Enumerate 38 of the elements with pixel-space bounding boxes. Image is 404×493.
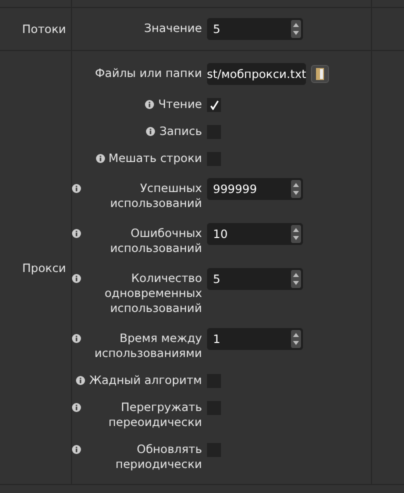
info-icon xyxy=(146,127,156,136)
field-label: Ошибочных использований xyxy=(109,226,202,256)
field-label: Значение xyxy=(144,21,202,36)
field-label: Жадный алгоритм xyxy=(89,373,202,388)
info-icon xyxy=(72,184,81,193)
door-icon xyxy=(316,68,324,80)
browse-button[interactable] xyxy=(311,65,329,83)
field-label: Успешных использований xyxy=(109,181,202,211)
number-spinbox[interactable]: 5 xyxy=(207,268,303,290)
info-icon xyxy=(76,376,86,385)
number-spinbox[interactable]: 5 xyxy=(207,18,303,40)
field-label: Запись xyxy=(159,124,202,139)
field-label: Обновлять периодически xyxy=(114,442,202,472)
info-icon xyxy=(72,445,81,454)
field-label: Файлы или папки xyxy=(95,66,202,81)
field-label: Количество одновременных использований xyxy=(104,271,202,316)
section-title: Потоки xyxy=(22,22,66,36)
info-icon xyxy=(72,274,81,283)
info-icon xyxy=(72,229,81,238)
info-icon xyxy=(72,334,81,343)
number-spinbox[interactable]: 1 xyxy=(207,328,303,350)
section-title: Прокси xyxy=(22,260,66,274)
field-label: Мешать строки xyxy=(108,151,202,166)
spin-arrows-icon[interactable] xyxy=(291,330,301,348)
info-icon xyxy=(96,154,105,163)
info-icon xyxy=(72,403,81,412)
field-label: Время между использованиями xyxy=(93,331,202,361)
field-label: Перегружать переоидически xyxy=(107,400,202,430)
info-icon xyxy=(145,100,154,109)
file-path-field[interactable]: st/мобпрокси.txt xyxy=(207,63,306,85)
spin-arrows-icon[interactable] xyxy=(291,20,301,38)
spin-arrows-icon[interactable] xyxy=(291,270,301,288)
number-spinbox[interactable]: 999999 xyxy=(207,178,303,200)
number-spinbox[interactable]: 10 xyxy=(207,223,303,245)
field-label: Чтение xyxy=(158,97,202,112)
spin-arrows-icon[interactable] xyxy=(291,225,301,243)
spin-arrows-icon[interactable] xyxy=(291,180,301,198)
checkbox[interactable] xyxy=(207,98,221,112)
